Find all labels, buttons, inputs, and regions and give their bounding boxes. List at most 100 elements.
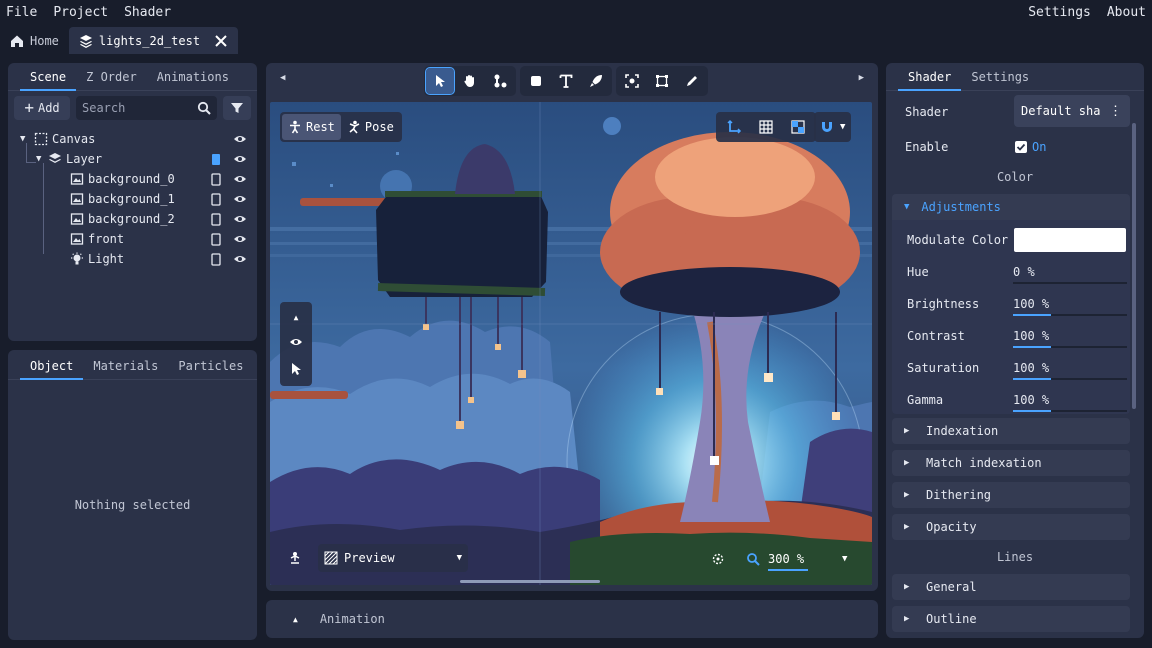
tab-shader-settings[interactable]: Settings [961,70,1039,90]
tab-animations[interactable]: Animations [147,70,239,90]
caret-down-icon[interactable]: ▼ [36,154,48,164]
clipboard-icon[interactable] [209,172,223,186]
tab-particles[interactable]: Particles [168,359,253,379]
adjustment-value[interactable]: 100 % [1013,329,1049,343]
tree-item-canvas[interactable]: ▼ Canvas [8,129,257,149]
recenter-icon[interactable] [711,552,725,566]
adjustment-slider[interactable] [1013,378,1127,380]
zoom-icon[interactable] [746,552,760,566]
filter-button[interactable] [223,96,251,120]
collapsible-section[interactable]: ▶ Outline [892,606,1130,632]
pose-button[interactable]: Pose [341,114,400,140]
pencil-tool-button[interactable] [678,68,706,94]
tab-object[interactable]: Object [20,359,84,380]
onion-skin-icon[interactable] [288,550,304,566]
adjustment-row[interactable]: Brightness 100 % [892,292,1130,316]
clipboard-icon[interactable] [209,232,223,246]
enable-checkbox[interactable] [1015,141,1027,153]
adjustment-slider[interactable] [1013,282,1127,284]
enable-value: On [1032,140,1047,154]
transform-tool-button[interactable] [648,68,676,94]
shape-tool-button[interactable] [522,68,550,94]
adjustment-row[interactable]: Hue 0 % [892,260,1130,284]
magnet-icon[interactable] [820,120,834,134]
axis-toggle-button[interactable] [720,114,748,140]
adjustment-value[interactable]: 0 % [1013,265,1035,279]
zoom-level-input[interactable]: 300 % [768,549,808,571]
grid-toggle-button[interactable] [752,114,780,140]
tree-item-background-2[interactable]: background_2 [8,209,257,229]
text-tool-button[interactable] [552,68,580,94]
tab-scene[interactable]: Scene [20,70,77,91]
adjustment-row[interactable]: Contrast 100 % [892,324,1130,348]
menu-about[interactable]: About [1099,0,1152,26]
caret-down-icon[interactable]: ▼ [20,134,32,144]
clipboard-icon[interactable] [209,252,223,266]
rest-button[interactable]: Rest [282,114,341,140]
add-button[interactable]: + Add [14,96,70,120]
tab-materials[interactable]: Materials [83,359,168,379]
empty-selection-text: Nothing selected [74,498,191,512]
adjustment-slider[interactable] [1013,314,1127,316]
close-icon[interactable] [214,34,228,48]
pan-tool-button[interactable] [456,68,484,94]
particle-tool-button[interactable] [582,68,610,94]
animation-panel[interactable]: ▲ Animation [266,600,878,638]
collapsible-section[interactable]: ▶ Indexation [892,418,1130,444]
eye-icon[interactable] [233,192,247,206]
menu-shader[interactable]: Shader [116,0,179,26]
chevron-left-icon[interactable]: ◀ [280,73,285,83]
select-tool-button[interactable] [425,67,455,95]
more-vertical-icon[interactable]: ⋮ [1109,104,1122,119]
tree-item-layer[interactable]: ▼ Layer [8,149,257,169]
search-icon[interactable] [197,101,211,115]
caret-up-icon[interactable]: ▲ [294,313,299,322]
clipboard-icon[interactable] [209,212,223,226]
collapsible-section[interactable]: ▶ Match indexation [892,450,1130,476]
bones-tool-button[interactable] [486,68,514,94]
collapsible-section[interactable]: ▶ Dithering [892,482,1130,508]
eye-icon[interactable] [233,232,247,246]
eye-icon[interactable] [233,172,247,186]
tab-shader[interactable]: Shader [898,70,962,91]
adjustment-value[interactable]: 100 % [1013,361,1049,375]
adjustment-slider[interactable] [1013,346,1127,348]
menu-project[interactable]: Project [45,0,116,26]
shader-select[interactable]: Default sha ⋮ [1014,95,1130,127]
eye-icon[interactable] [233,132,247,146]
checker-toggle-button[interactable] [784,114,812,140]
eye-icon[interactable] [233,212,247,226]
eye-icon[interactable] [289,335,303,349]
cursor-icon[interactable] [289,362,303,376]
canvas-viewport[interactable]: Rest Pose ▼ ▲ Preview ▼ 300 % ▼ [270,102,872,585]
preview-dropdown[interactable]: Preview ▼ [318,544,468,572]
search-input[interactable] [82,101,182,115]
adjustment-row[interactable]: Saturation 100 % [892,356,1130,380]
collapsible-section[interactable]: ▶ Opacity [892,514,1130,540]
tab-home[interactable]: Home [0,27,69,54]
menu-settings[interactable]: Settings [1020,0,1099,26]
chevron-down-icon[interactable]: ▼ [840,122,845,132]
tree-item-background-0[interactable]: background_0 [8,169,257,189]
adjustment-value[interactable]: 100 % [1013,393,1049,407]
collapsible-section[interactable]: ▶ General [892,574,1130,600]
clipboard-icon[interactable] [209,192,223,206]
menu-file[interactable]: File [0,0,45,26]
clipboard-icon[interactable] [209,152,223,166]
tree-item-front[interactable]: front [8,229,257,249]
tab-z-order[interactable]: Z Order [76,70,147,90]
tree-item-background-1[interactable]: background_1 [8,189,257,209]
adjustment-value[interactable]: 100 % [1013,297,1049,311]
eye-icon[interactable] [233,252,247,266]
capture-tool-button[interactable] [618,68,646,94]
enable-label: Enable [905,140,949,154]
adjustment-slider[interactable] [1013,410,1127,412]
chevron-right-icon[interactable]: ▶ [859,73,864,83]
tree-item-light[interactable]: Light [8,249,257,269]
adjustment-row[interactable]: Gamma 100 % [892,388,1130,412]
eye-icon[interactable] [233,152,247,166]
chevron-down-icon[interactable]: ▼ [842,554,847,564]
tab-file[interactable]: lights_2d_test [68,27,239,54]
caret-up-icon[interactable]: ▲ [293,615,298,624]
shader-panel-scrollbar[interactable] [1132,123,1136,409]
